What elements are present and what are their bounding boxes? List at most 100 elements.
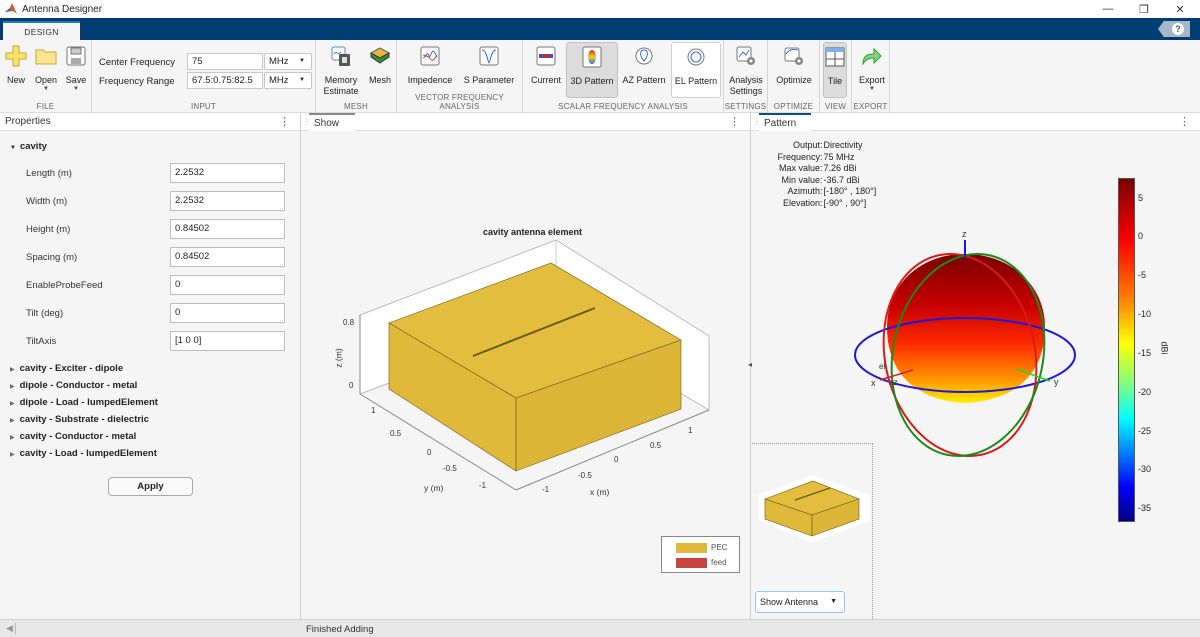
- x-tick: 0: [614, 455, 619, 464]
- colorbar-tick: -30: [1138, 464, 1152, 474]
- legend-label: feed: [711, 558, 727, 567]
- colorbar-tick: -10: [1138, 309, 1152, 319]
- antenna-thumbnail: [758, 475, 870, 543]
- tree-node[interactable]: ▶ cavity - Load - lumpedElement: [10, 448, 157, 459]
- memory-estimate-icon: [329, 44, 353, 68]
- tree-node[interactable]: ▶ dipole - Conductor - metal: [10, 380, 137, 391]
- pattern-menu-icon[interactable]: ⋮: [1179, 115, 1190, 128]
- settings-section-label: SETTINGS: [724, 102, 767, 111]
- window-title: Antenna Designer: [22, 3, 103, 15]
- export-button[interactable]: Export ▼: [855, 42, 889, 93]
- current-label: Current: [530, 75, 561, 85]
- y-tick: -0.5: [443, 464, 457, 473]
- show-antenna-dropdown[interactable]: Show Antenna ▼: [755, 591, 845, 613]
- height-input[interactable]: 0.84502: [170, 219, 285, 239]
- apply-button[interactable]: Apply: [108, 477, 193, 496]
- tab-design[interactable]: DESIGN: [3, 21, 80, 40]
- colorbar-tick: -25: [1138, 426, 1152, 436]
- enable-probe-feed-input[interactable]: 0: [170, 275, 285, 295]
- show-antenna-value: Show Antenna: [760, 597, 819, 607]
- view-section-label: VIEW: [824, 102, 847, 111]
- center-frequency-input[interactable]: 75: [187, 53, 263, 70]
- y-tick: 0.5: [390, 429, 402, 438]
- tab-show[interactable]: Show: [309, 113, 355, 131]
- optimize-button[interactable]: Optimize: [772, 42, 816, 86]
- tab-pattern[interactable]: Pattern: [759, 113, 811, 131]
- mesh-label: Mesh: [368, 75, 391, 85]
- frequency-range-input[interactable]: 67.5:0.75:82.5: [187, 72, 263, 89]
- tree-node[interactable]: ▶ cavity - Substrate - dielectric: [10, 414, 149, 425]
- plot-title: cavity antenna element: [482, 227, 583, 237]
- center-frequency-unit-dropdown[interactable]: MHz ▼: [264, 53, 312, 70]
- status-text: Finished Adding: [306, 624, 374, 635]
- impedance-button[interactable]: Impedence: [405, 42, 455, 86]
- tilt-input[interactable]: 0: [170, 303, 285, 323]
- show-menu-icon[interactable]: ⋮: [729, 115, 740, 128]
- tree-node[interactable]: ▶ cavity - Conductor - metal: [10, 431, 136, 442]
- tile-button[interactable]: Tile: [823, 42, 847, 98]
- mesh-button[interactable]: Mesh: [366, 42, 394, 86]
- properties-menu-icon[interactable]: ⋮: [279, 115, 290, 128]
- collapse-left-icon[interactable]: ◀│: [6, 623, 19, 634]
- info-key: Frequency: [777, 151, 820, 162]
- frequency-range-unit-dropdown[interactable]: MHz ▼: [264, 72, 312, 89]
- z-tick: 0.8: [343, 318, 355, 327]
- chevron-down-icon: ▼: [299, 58, 305, 64]
- center-frequency-unit: MHz: [269, 56, 289, 67]
- input-section-label: INPUT: [191, 102, 216, 111]
- splitter-handle-icon[interactable]: ◂: [748, 360, 752, 369]
- info-value: Directivity: [823, 140, 863, 150]
- el-pattern-button[interactable]: EL Pattern: [671, 42, 721, 98]
- spacing-input[interactable]: 0.84502: [170, 247, 285, 267]
- scalar-section-label: SCALAR FREQUENCY ANALYSIS: [558, 102, 688, 111]
- minimize-button[interactable]: —: [1092, 0, 1124, 18]
- close-button[interactable]: ✕: [1164, 0, 1196, 18]
- az-label: az: [889, 378, 898, 387]
- tree-node[interactable]: ▶ dipole - Load - lumpedElement: [10, 397, 158, 408]
- info-value: 75 MHz: [823, 151, 855, 162]
- z-axis-label: z: [962, 229, 967, 239]
- save-label: Save: [65, 75, 87, 85]
- radiation-pattern-3d[interactable]: [850, 225, 1090, 470]
- tile-label: Tile: [827, 76, 843, 86]
- tree-node-cavity[interactable]: ▼ cavity: [10, 141, 47, 152]
- colorbar-label: dBi: [1159, 341, 1170, 355]
- width-input[interactable]: 2.2532: [170, 191, 285, 211]
- current-button[interactable]: Current: [527, 42, 565, 86]
- restore-button[interactable]: ❐: [1128, 0, 1160, 18]
- open-button[interactable]: Open ▼: [32, 42, 60, 93]
- save-button[interactable]: Save ▼: [62, 42, 90, 93]
- az-pattern-label: AZ Pattern: [622, 75, 666, 85]
- 3d-pattern-button[interactable]: 3D Pattern: [566, 42, 618, 98]
- tilt-axis-input[interactable]: [1 0 0]: [170, 331, 285, 351]
- antenna-3d-plot[interactable]: [321, 238, 741, 508]
- collapsed-caret-icon: ▶: [10, 384, 15, 390]
- colorbar-tick: -20: [1138, 387, 1152, 397]
- s-parameter-button[interactable]: S Parameter: [461, 42, 517, 86]
- mesh-icon: [368, 44, 392, 68]
- legend-swatch-pec: [676, 543, 707, 553]
- tree-node-label: cavity - Exciter - dipole: [19, 363, 124, 374]
- analysis-settings-button[interactable]: Analysis Settings: [727, 42, 765, 97]
- collapsed-caret-icon: ▶: [10, 435, 15, 441]
- new-button[interactable]: New: [4, 42, 28, 86]
- x-tick: -1: [542, 485, 550, 494]
- collapsed-caret-icon: ▶: [10, 452, 15, 458]
- el-label: el: [879, 362, 886, 371]
- folder-icon: [34, 44, 58, 68]
- chevron-down-icon: ▼: [830, 598, 837, 605]
- length-input[interactable]: 2.2532: [170, 163, 285, 183]
- az-pattern-button[interactable]: AZ Pattern: [621, 42, 667, 86]
- optimize-icon: [782, 44, 806, 68]
- info-key: Elevation: [782, 197, 820, 208]
- field-label: Spacing (m): [26, 252, 78, 263]
- collapsed-caret-icon: ▶: [10, 401, 15, 407]
- tab-pattern-label: Pattern: [764, 118, 797, 129]
- export-arrow-icon: [860, 44, 884, 68]
- help-button[interactable]: ?: [1158, 21, 1190, 37]
- memory-estimate-button[interactable]: Memory Estimate: [320, 42, 362, 97]
- el-pattern-icon: [684, 45, 708, 69]
- ribbon: New Open ▼ Save ▼ FILE Center Frequency …: [0, 40, 1200, 150]
- colorbar-tick: -5: [1138, 270, 1147, 280]
- tree-node[interactable]: ▶ cavity - Exciter - dipole: [10, 363, 123, 374]
